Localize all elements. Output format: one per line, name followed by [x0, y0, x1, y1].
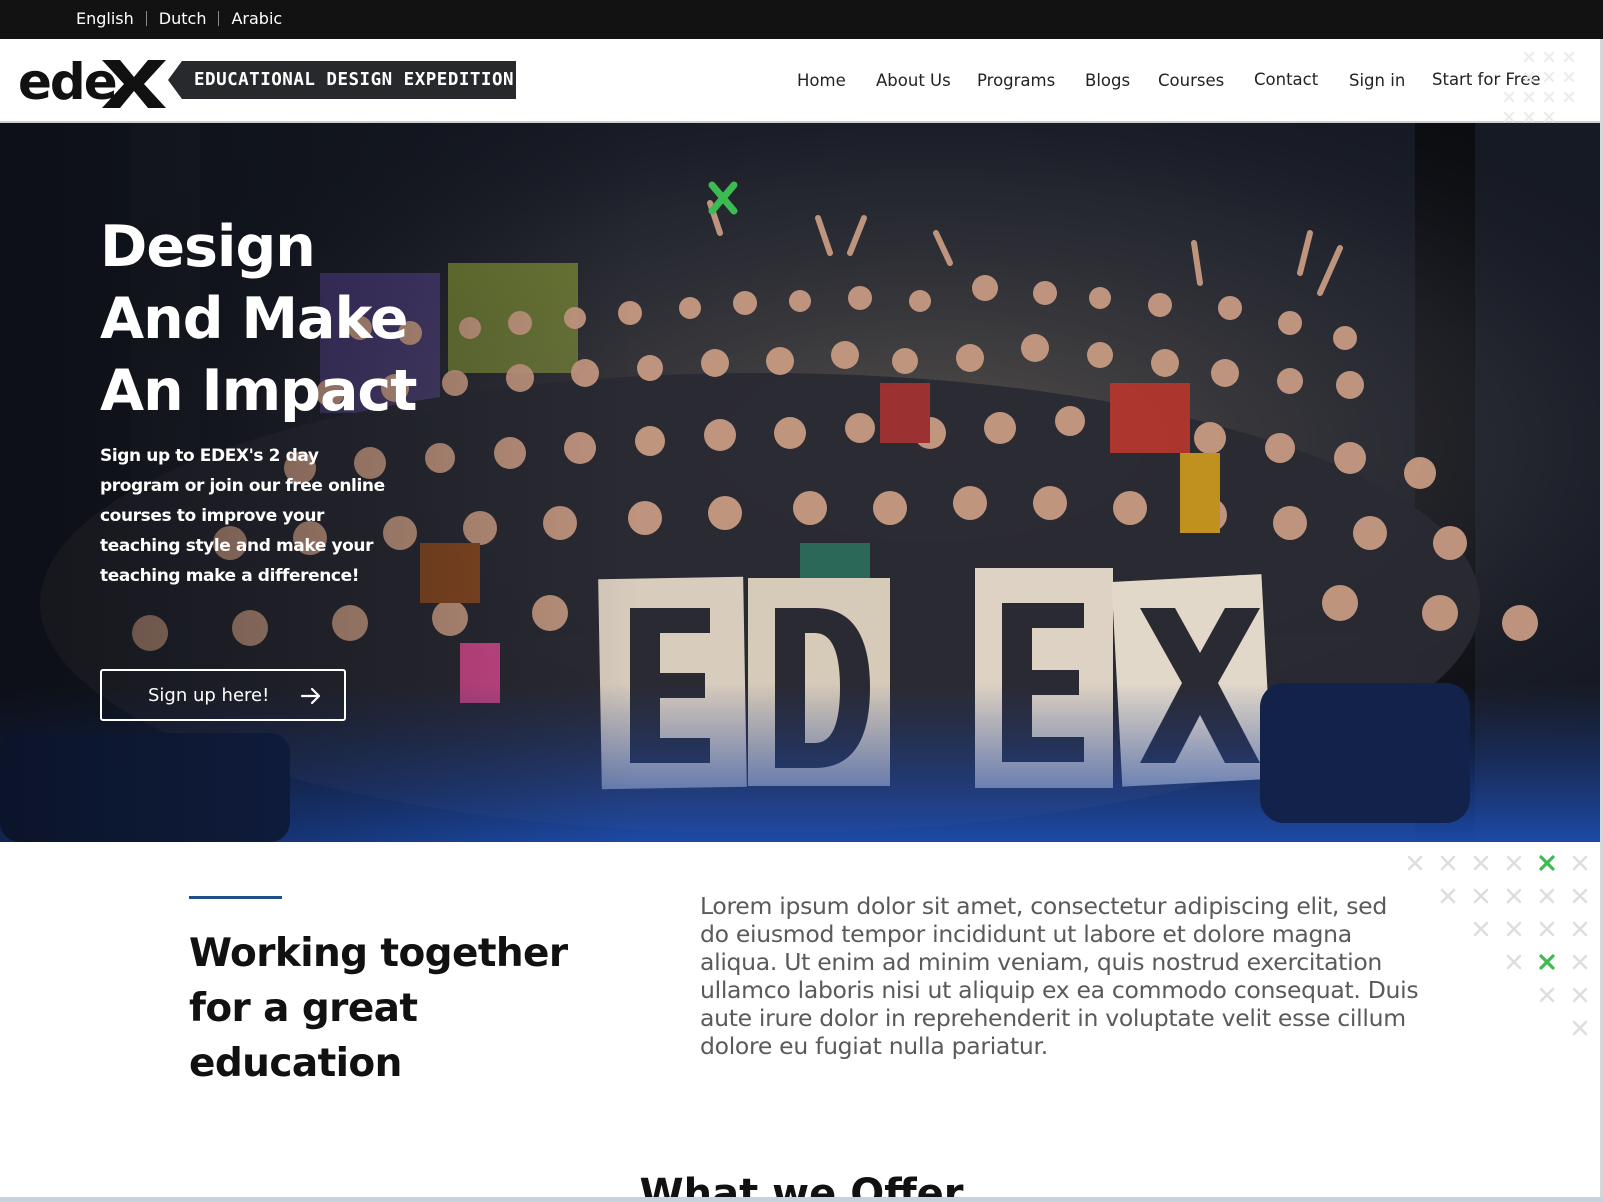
section-accent-rule	[189, 896, 282, 899]
language-switcher: English Dutch Arabic	[76, 9, 282, 28]
language-dutch[interactable]: Dutch	[159, 9, 207, 28]
nav-programs[interactable]: Programs	[977, 71, 1055, 90]
hero-title-line: And Make	[100, 286, 409, 352]
sign-up-button[interactable]: Sign up here!	[100, 669, 346, 721]
language-divider	[145, 11, 147, 26]
nav-about-us[interactable]: About Us	[876, 71, 951, 90]
language-bar: English Dutch Arabic	[0, 0, 1603, 39]
arrow-right-icon	[300, 687, 321, 705]
intro-title: Working together for a great education	[189, 926, 609, 1091]
logo-tagline-badge: EDUCATIONAL DESIGN EXPEDITION	[168, 61, 516, 99]
x-pattern-decoration	[1407, 855, 1588, 1036]
nav-contact[interactable]: Contact	[1254, 70, 1318, 89]
nav-courses[interactable]: Courses	[1158, 71, 1224, 90]
edex-logo[interactable]: ede EDUCATIONAL DESIGN EXPEDITION	[18, 54, 516, 110]
nav-blogs[interactable]: Blogs	[1085, 71, 1130, 90]
language-divider	[218, 11, 220, 26]
header-x-pattern	[1503, 51, 1575, 123]
intro-title-line: Working together	[189, 931, 568, 976]
nav-home[interactable]: Home	[797, 71, 846, 90]
bottom-edge	[0, 1197, 1603, 1202]
intro-title-line: education	[189, 1041, 402, 1086]
hero-title: Design And Make An Impact	[100, 211, 600, 427]
language-english[interactable]: English	[76, 9, 134, 28]
hero-title-line: Design	[100, 214, 316, 280]
hero-subtitle: Sign up to EDEX's 2 day program or join …	[100, 446, 385, 586]
site-header: ede EDUCATIONAL DESIGN EXPEDITION Home A…	[0, 39, 1603, 123]
hero-banner: Design And Make An Impact Sign up to EDE…	[0, 123, 1603, 842]
logo-x-icon	[102, 60, 166, 108]
intro-title-line: for a great	[189, 986, 418, 1031]
intro-body: Lorem ipsum dolor sit amet, consectetur …	[700, 892, 1419, 1060]
sign-up-button-label: Sign up here!	[148, 685, 270, 706]
hero-title-line: An Impact	[100, 358, 417, 424]
logo-tagline: EDUCATIONAL DESIGN EXPEDITION	[194, 70, 515, 90]
nav-sign-in[interactable]: Sign in	[1349, 71, 1405, 90]
language-arabic[interactable]: Arabic	[231, 9, 282, 28]
